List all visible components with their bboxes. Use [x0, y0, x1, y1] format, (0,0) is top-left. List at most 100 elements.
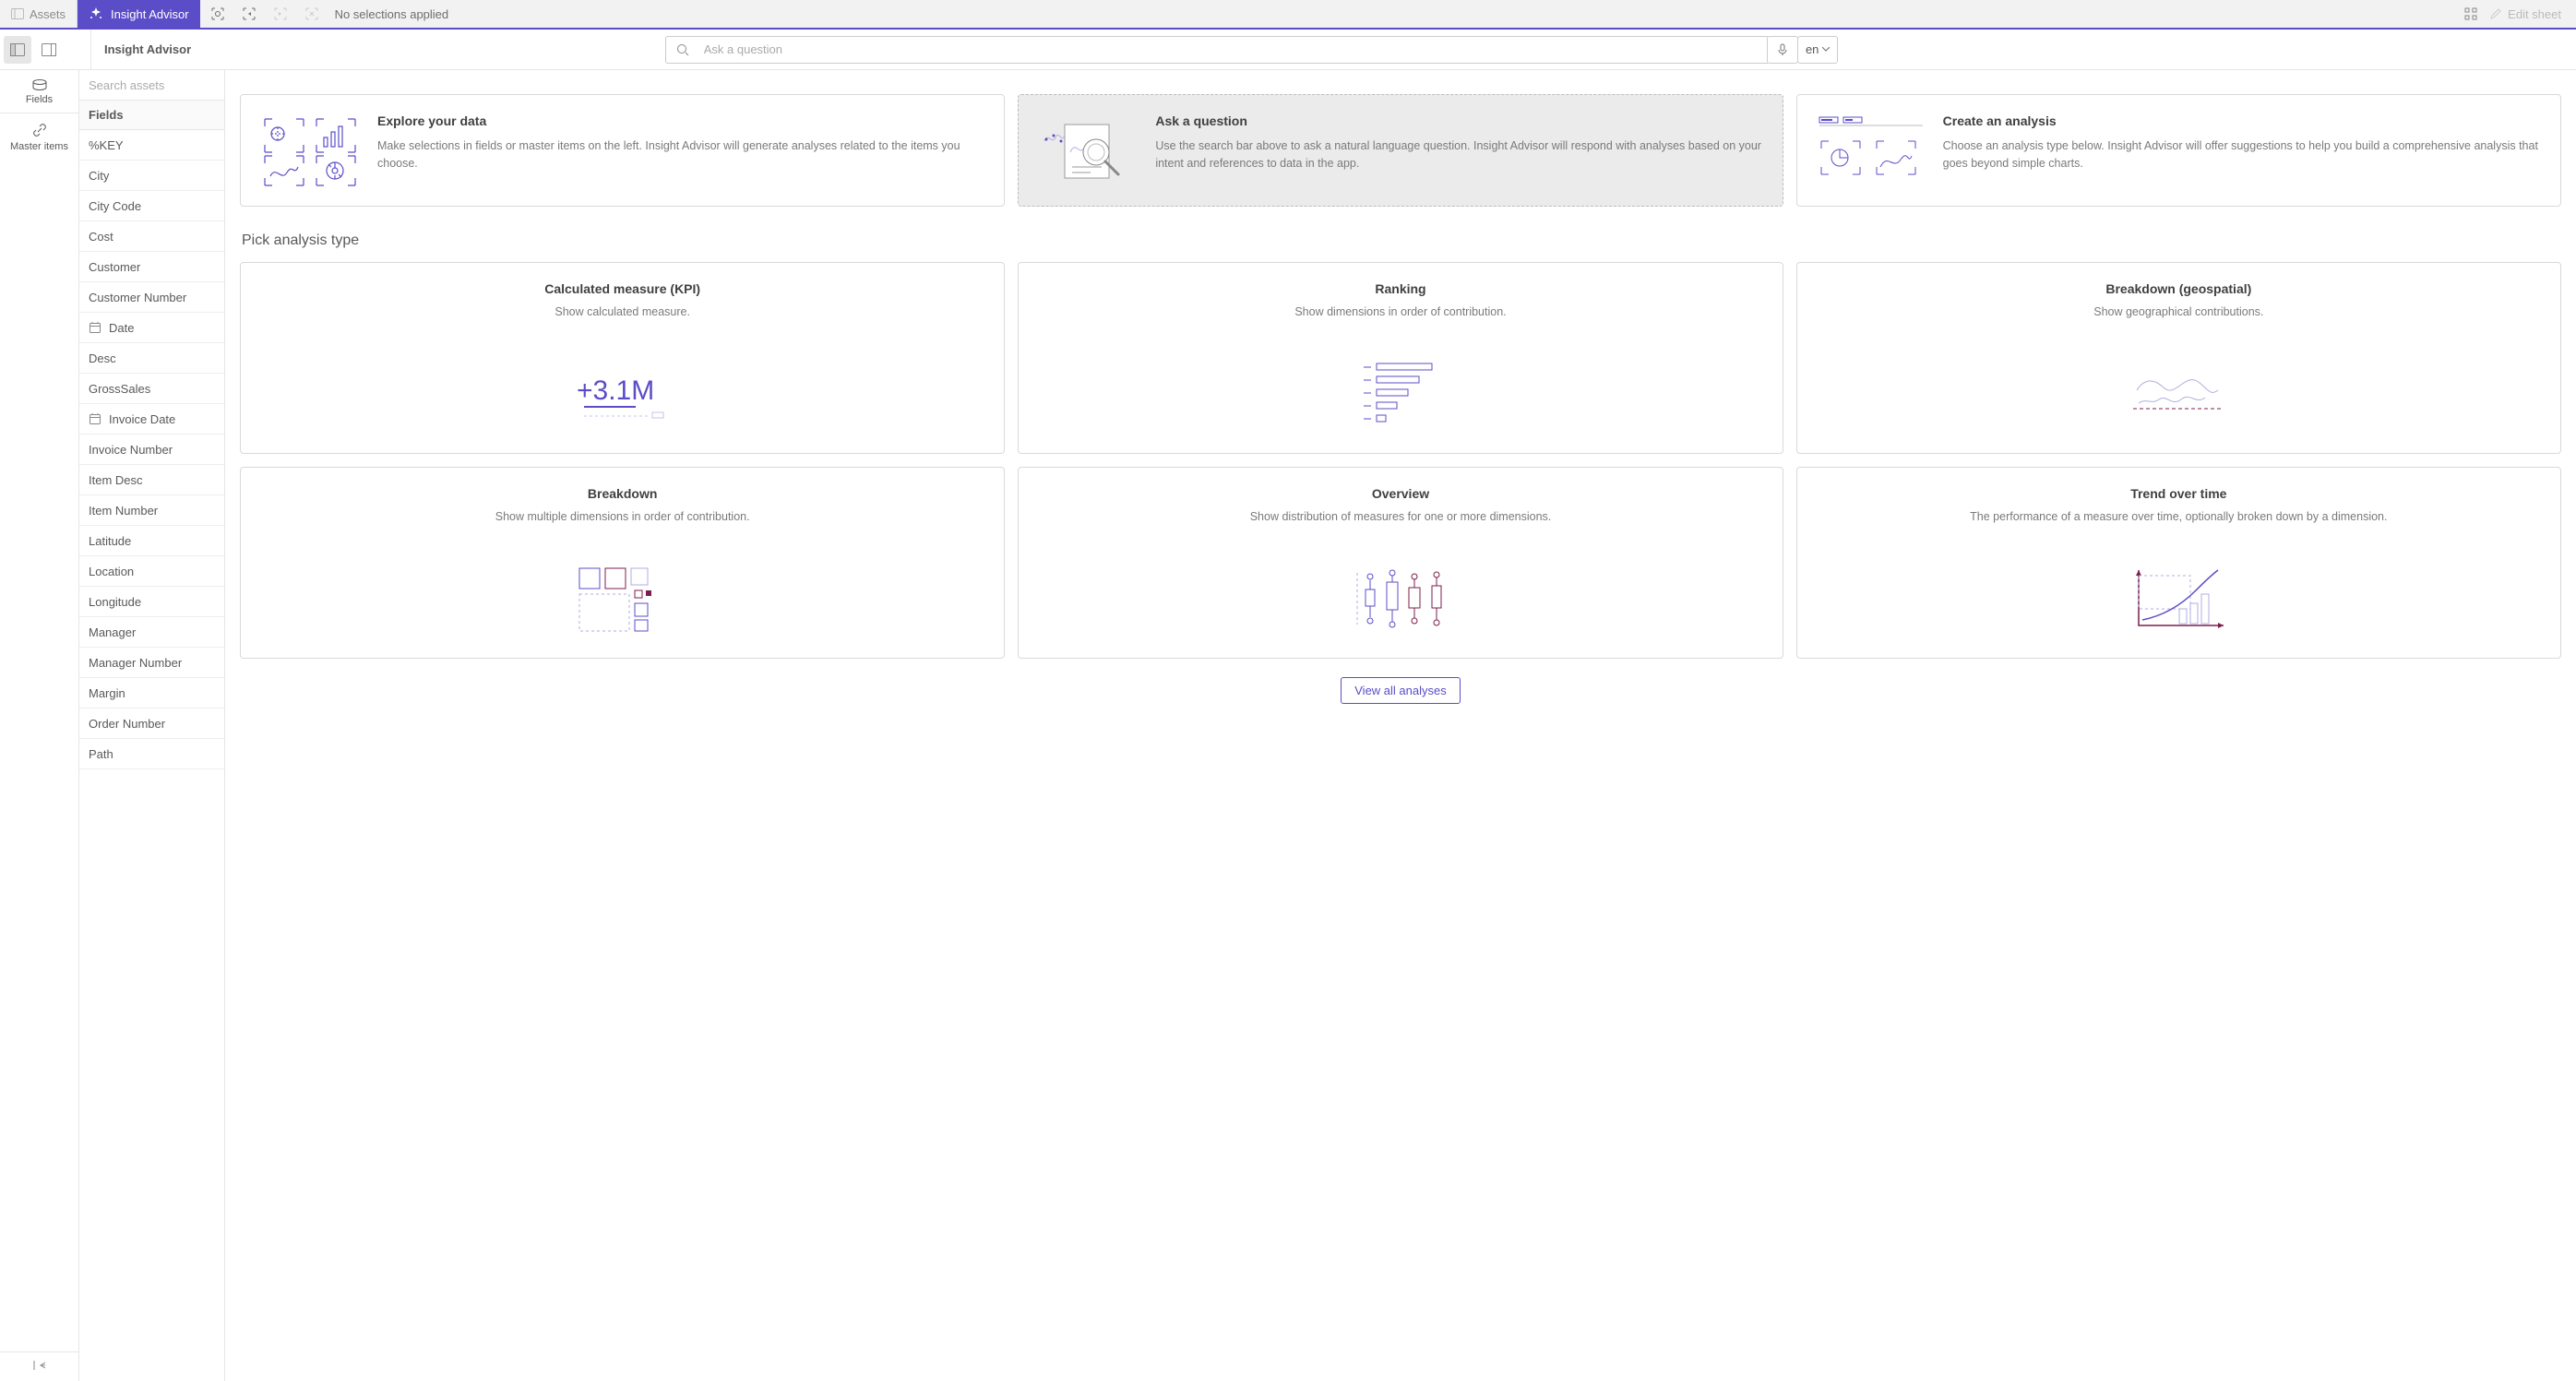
rail-master-items[interactable]: Master items: [0, 113, 78, 160]
card-explore-data[interactable]: Explore your data Make selections in fie…: [240, 94, 1005, 207]
field-item[interactable]: Customer Number: [79, 282, 224, 313]
step-back-icon[interactable]: [235, 0, 263, 28]
analysis-breakdown[interactable]: Breakdown Show multiple dimensions in or…: [240, 467, 1005, 659]
breakdown-illustration: [256, 558, 989, 641]
date-icon: [89, 412, 101, 425]
geo-illustration: [1812, 353, 2546, 436]
card-ask-question[interactable]: Ask a question Use the search bar above …: [1018, 94, 1783, 207]
field-item[interactable]: Invoice Date: [79, 404, 224, 435]
language-select[interactable]: en: [1797, 36, 1838, 64]
card-create-analysis[interactable]: Create an analysis Choose an analysis ty…: [1796, 94, 2561, 207]
asset-list[interactable]: %KEY City City Code Cost Customer Customer Nu…: [79, 130, 224, 1381]
field-label: Cost: [89, 230, 113, 244]
field-item[interactable]: GrossSales: [79, 374, 224, 404]
search-input[interactable]: [700, 36, 1768, 64]
analysis-desc: Show distribution of measures for one or…: [1033, 510, 1767, 540]
analysis-desc: Show calculated measure.: [256, 305, 989, 335]
analysis-kpi[interactable]: Calculated measure (KPI) Show calculated…: [240, 262, 1005, 454]
search-box: en: [665, 36, 1839, 64]
pick-heading: Pick analysis type: [242, 232, 2561, 249]
field-item[interactable]: Path: [79, 739, 224, 769]
field-item[interactable]: Item Desc: [79, 465, 224, 495]
analysis-title: Trend over time: [1812, 486, 2546, 501]
analysis-desc: Show geographical contributions.: [1812, 305, 2546, 335]
step-forward-icon: [267, 0, 294, 28]
search-icon: [665, 36, 700, 64]
bookmarks-icon[interactable]: [2463, 6, 2478, 21]
asset-search-input[interactable]: [79, 70, 224, 100]
ask-illustration: [1037, 113, 1139, 187]
kpi-illustration: +3.1M: [256, 353, 989, 436]
analysis-desc: Show multiple dimensions in order of con…: [256, 510, 989, 540]
selection-tools: [204, 0, 326, 28]
field-item[interactable]: Longitude: [79, 587, 224, 617]
field-label: Desc: [89, 351, 116, 365]
analysis-trend[interactable]: Trend over time The performance of a mea…: [1796, 467, 2561, 659]
card-title: Create an analysis: [1943, 113, 2542, 128]
edit-sheet-label: Edit sheet: [2508, 7, 2561, 21]
smart-select-icon[interactable]: [204, 0, 232, 28]
field-label: Item Desc: [89, 473, 143, 487]
pencil-icon: [2489, 7, 2502, 20]
trend-illustration: [1812, 558, 2546, 641]
field-item[interactable]: Desc: [79, 343, 224, 374]
rail-fields-label: Fields: [26, 94, 53, 105]
insight-advisor-tab[interactable]: Insight Advisor: [78, 0, 200, 28]
card-desc: Make selections in fields or master item…: [377, 137, 985, 173]
analysis-desc: The performance of a measure over time, …: [1812, 510, 2546, 540]
assets-tab[interactable]: Assets: [0, 0, 78, 28]
field-item[interactable]: Date: [79, 313, 224, 343]
field-label: Latitude: [89, 534, 131, 548]
field-item[interactable]: Invoice Number: [79, 435, 224, 465]
mic-button[interactable]: [1767, 36, 1798, 64]
field-item[interactable]: Location: [79, 556, 224, 587]
analysis-overview[interactable]: Overview Show distribution of measures f…: [1018, 467, 1783, 659]
field-item[interactable]: %KEY: [79, 130, 224, 161]
edit-sheet-button: Edit sheet: [2489, 7, 2561, 21]
field-item[interactable]: Manager Number: [79, 648, 224, 678]
field-label: Date: [109, 321, 134, 335]
field-label: Customer Number: [89, 291, 186, 304]
field-label: Location: [89, 565, 134, 578]
analysis-title: Breakdown: [256, 486, 989, 501]
field-label: %KEY: [89, 138, 124, 152]
field-item[interactable]: City: [79, 161, 224, 191]
field-item[interactable]: Customer: [79, 252, 224, 282]
collapse-rail-button[interactable]: [0, 1351, 78, 1381]
asset-panel: Fields %KEYCityCity CodeCostCustomerCust…: [79, 70, 225, 1381]
field-label: Manager Number: [89, 656, 182, 670]
chevron-down-icon: [1822, 47, 1830, 52]
field-item[interactable]: Margin: [79, 678, 224, 708]
top-bar: Assets Insight Advisor No selections app…: [0, 0, 2576, 30]
panel-icon: [11, 8, 24, 19]
field-item[interactable]: Latitude: [79, 526, 224, 556]
lang-label: en: [1806, 42, 1819, 56]
analysis-geo[interactable]: Breakdown (geospatial) Show geographical…: [1796, 262, 2561, 454]
left-rail: Fields Master items: [0, 70, 79, 1381]
fields-icon: [31, 79, 48, 90]
field-label: Order Number: [89, 717, 165, 731]
main-content: Explore your data Make selections in fie…: [225, 70, 2576, 1381]
field-item[interactable]: Item Number: [79, 495, 224, 526]
analysis-grid: Calculated measure (KPI) Show calculated…: [240, 262, 2561, 659]
secondary-bar: Insight Advisor en: [0, 30, 2576, 70]
clear-selections-icon: [298, 0, 326, 28]
view-all-button[interactable]: View all analyses: [1341, 677, 1460, 704]
field-item[interactable]: Manager: [79, 617, 224, 648]
panel-toggle-right[interactable]: [35, 36, 63, 64]
rail-fields[interactable]: Fields: [0, 70, 78, 113]
panel-toggle-left[interactable]: [4, 36, 31, 64]
field-label: Longitude: [89, 595, 141, 609]
create-illustration: [1816, 113, 1926, 187]
field-item[interactable]: Order Number: [79, 708, 224, 739]
link-icon: [32, 123, 47, 137]
field-label: City Code: [89, 199, 141, 213]
rail-master-label: Master items: [10, 141, 68, 152]
field-item[interactable]: City Code: [79, 191, 224, 221]
ranking-illustration: [1033, 353, 1767, 436]
analysis-title: Ranking: [1033, 281, 1767, 296]
field-label: Item Number: [89, 504, 158, 518]
field-label: Manager: [89, 625, 136, 639]
analysis-ranking[interactable]: Ranking Show dimensions in order of cont…: [1018, 262, 1783, 454]
field-item[interactable]: Cost: [79, 221, 224, 252]
